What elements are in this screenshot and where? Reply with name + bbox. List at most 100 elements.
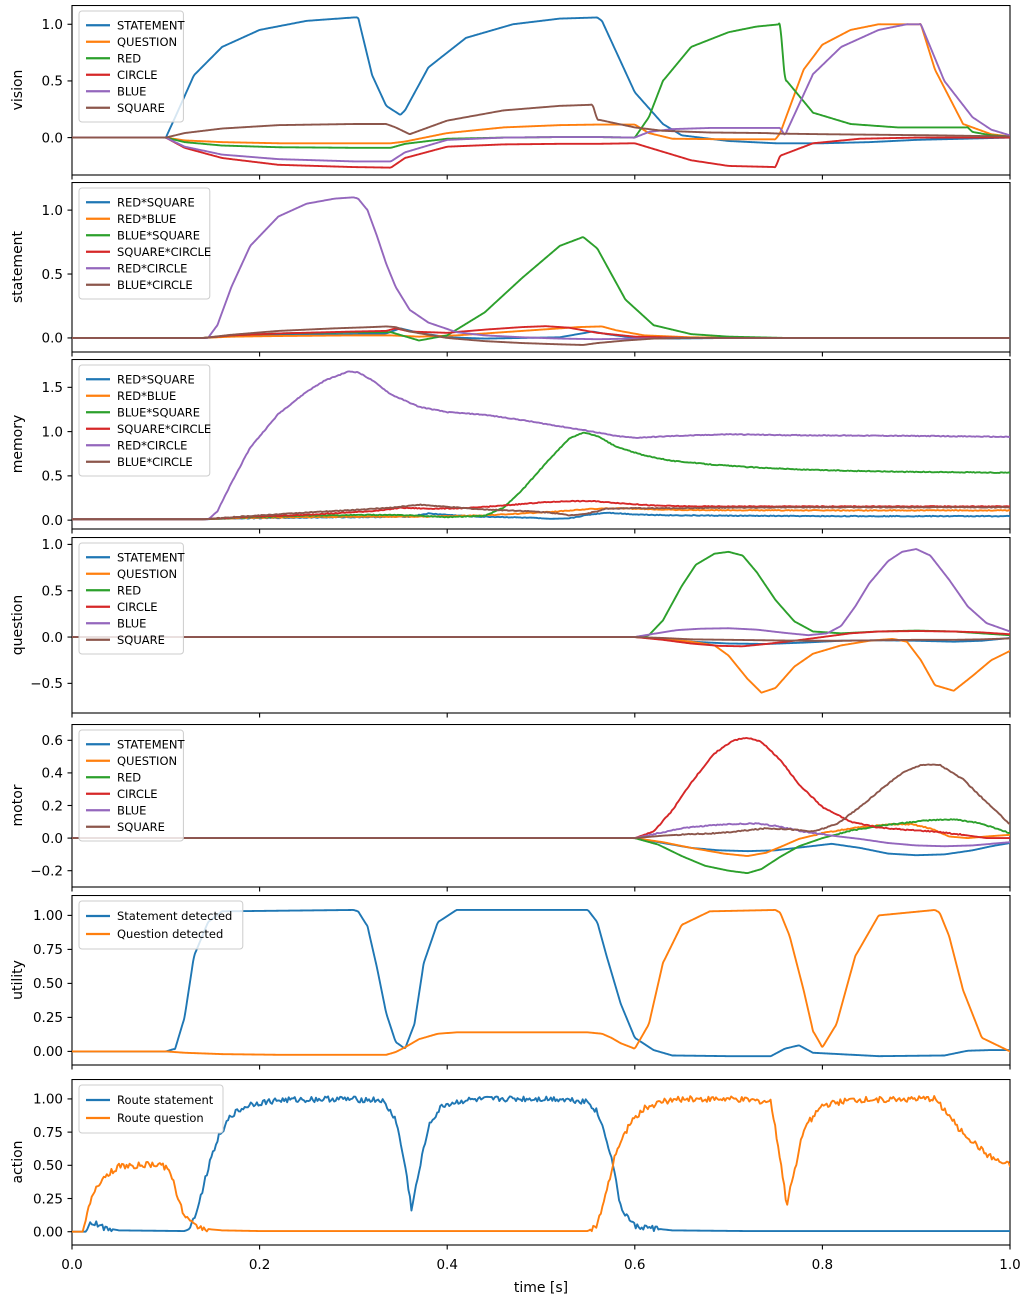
axes-frame [71,724,1011,888]
legend-label-blue: BLUE [117,84,146,98]
axes-frame [71,5,1011,176]
curve-circle [72,736,1010,840]
x-tick-label: 0.6 [624,1257,645,1273]
legend-label-statement: STATEMENT [117,550,185,564]
y-tick-label: 0.25 [33,1191,63,1207]
curve-blue-square [72,236,1010,342]
legend-action: Route statement Route question [78,1084,224,1134]
curve-red [72,818,1010,874]
legend-vision: STATEMENT QUESTION RED CIRCLE BLUE SQUARE [78,10,185,123]
legend-label-red-circle: RED*CIRCLE [117,438,187,452]
y-axis-label-vision: vision [10,70,26,111]
x-tick-label: 0.2 [249,1257,270,1273]
y-tick-label: 0.00 [33,1044,63,1060]
curve-red-circle [72,196,1010,341]
x-tick-label: 0.0 [61,1257,82,1273]
figure-multipanel-timeseries: 0.0 0.5 1.0 vision STATEMENT QUESTION RED CIRCL… [0,0,1023,1297]
legend-label-question-detected: Question detected [117,927,223,941]
legend-utility: Statement detected Question detected [78,900,244,950]
curve-question [72,636,1010,694]
legend-statement: RED*SQUARE RED*BLUE BLUE*SQUARE SQUARE*CIRC… [78,187,211,300]
y-tick-label: 1.00 [33,908,63,924]
y-tick-label: 0.5 [42,267,63,283]
y-tick-label: 1.00 [33,1092,63,1108]
legend-question: STATEMENT QUESTION RED CIRCLE BLUE SQUARE [78,542,185,655]
curve-red [72,550,1010,638]
y-tick-label: 0.25 [33,1010,63,1026]
legend-label-red-blue: RED*BLUE [117,212,176,226]
legend-label-red: RED [117,770,141,784]
y-tick-label: 1.0 [42,424,63,440]
y-tick-label: 0.0 [42,513,63,529]
y-tick-label: 0.5 [42,584,63,600]
y-axis-label-motor: motor [10,784,26,826]
legend-label-red: RED [117,583,141,597]
x-tick-label: 0.4 [436,1257,457,1273]
legend-label-square: SQUARE [117,820,165,834]
y-axis-label-memory: memory [10,415,26,474]
legend-label-circle: CIRCLE [117,600,158,614]
legend-label-red-square: RED*SQUARE [117,195,195,209]
curves-motor [72,736,1010,874]
panel-statement: 0.0 0.5 1.0 statement RED*SQUARE RED*BLUE BLUE… [0,182,1023,374]
legend-label-blue: BLUE [117,616,146,630]
panel-vision: 0.0 0.5 1.0 vision STATEMENT QUESTION RED CIRCL… [0,5,1023,197]
y-axis-label-action: action [10,1140,26,1183]
panel-utility: 0.00 0.25 0.50 0.75 1.00 utility Statement det… [0,895,1023,1087]
y-tick-label: 0.6 [42,733,63,749]
panel-memory: 0.0 0.5 1.0 1.5 memory RED*SQUARE RED*BLUE BLUE… [0,359,1023,551]
x-axis-label: time [s] [514,1280,568,1296]
y-tick-label: 0.5 [42,74,63,90]
legend-label-blue-square: BLUE*SQUARE [117,228,200,242]
y-tick-label: 0.0 [42,831,63,847]
y-axis-label-question: question [10,595,26,655]
y-tick-label: 0.5 [42,469,63,485]
legend-memory: RED*SQUARE RED*BLUE BLUE*SQUARE SQUARE*CIRC… [78,364,211,477]
curve-square [72,103,1010,139]
y-axis-label-utility: utility [10,960,26,1000]
legend-label-statement-detected: Statement detected [117,909,232,923]
legend-label-red-square: RED*SQUARE [117,372,195,386]
legend-motor: STATEMENT QUESTION RED CIRCLE BLUE SQUARE [78,729,185,842]
curves-question [72,548,1010,694]
x-tick-label: 1.0 [999,1257,1020,1273]
curves-statement [72,196,1010,346]
legend-box [78,900,244,950]
y-tick-label: 1.0 [42,537,63,553]
y-tick-label: 1.0 [42,203,63,219]
legend-label-question: QUESTION [117,567,177,581]
legend-label-square-circle: SQUARE*CIRCLE [117,422,211,436]
curves-memory [72,370,1010,521]
y-tick-label: 0.50 [33,976,63,992]
y-tick-label: 0.0 [42,630,63,646]
legend-label-square-circle: SQUARE*CIRCLE [117,245,211,259]
panel-motor: −0.2 0.0 0.2 0.4 0.6 motor STATEMENT QUESTION RE… [0,724,1023,909]
y-tick-label: −0.2 [30,864,63,880]
x-tick-label: 0.8 [812,1257,833,1273]
legend-label-circle: CIRCLE [117,787,158,801]
y-tick-label: 1.5 [42,380,63,396]
legend-label-blue-circle: BLUE*CIRCLE [117,278,193,292]
legend-label-blue-square: BLUE*SQUARE [117,405,200,419]
legend-label-blue-circle: BLUE*CIRCLE [117,455,193,469]
y-tick-label: −0.5 [30,676,63,692]
y-tick-label: 1.0 [42,17,63,33]
y-tick-label: 0.50 [33,1158,63,1174]
y-tick-label: 0.00 [33,1225,63,1241]
curves-vision [72,16,1010,169]
legend-label-question: QUESTION [117,35,177,49]
y-tick-label: 0.2 [42,798,63,814]
legend-label-square: SQUARE [117,633,165,647]
panel-action: 0.00 0.25 0.50 0.75 1.00 0.0 0.2 0.4 0.6 0.8 1.0 ac… [0,1079,1023,1297]
y-axis-label-statement: statement [10,230,26,303]
curve-red-circle [72,370,1010,521]
legend-label-red-circle: RED*CIRCLE [117,261,187,275]
legend-label-red-blue: RED*BLUE [117,389,176,403]
axes-frame [71,359,1011,530]
legend-label-statement: STATEMENT [117,737,185,751]
panel-question: −0.5 0.0 0.5 1.0 question STATEMENT QUESTION RE… [0,537,1023,735]
legend-label-square: SQUARE [117,101,165,115]
curve-circle [72,630,1010,648]
legend-label-route-question: Route question [117,1111,204,1125]
legend-label-blue: BLUE [117,803,146,817]
